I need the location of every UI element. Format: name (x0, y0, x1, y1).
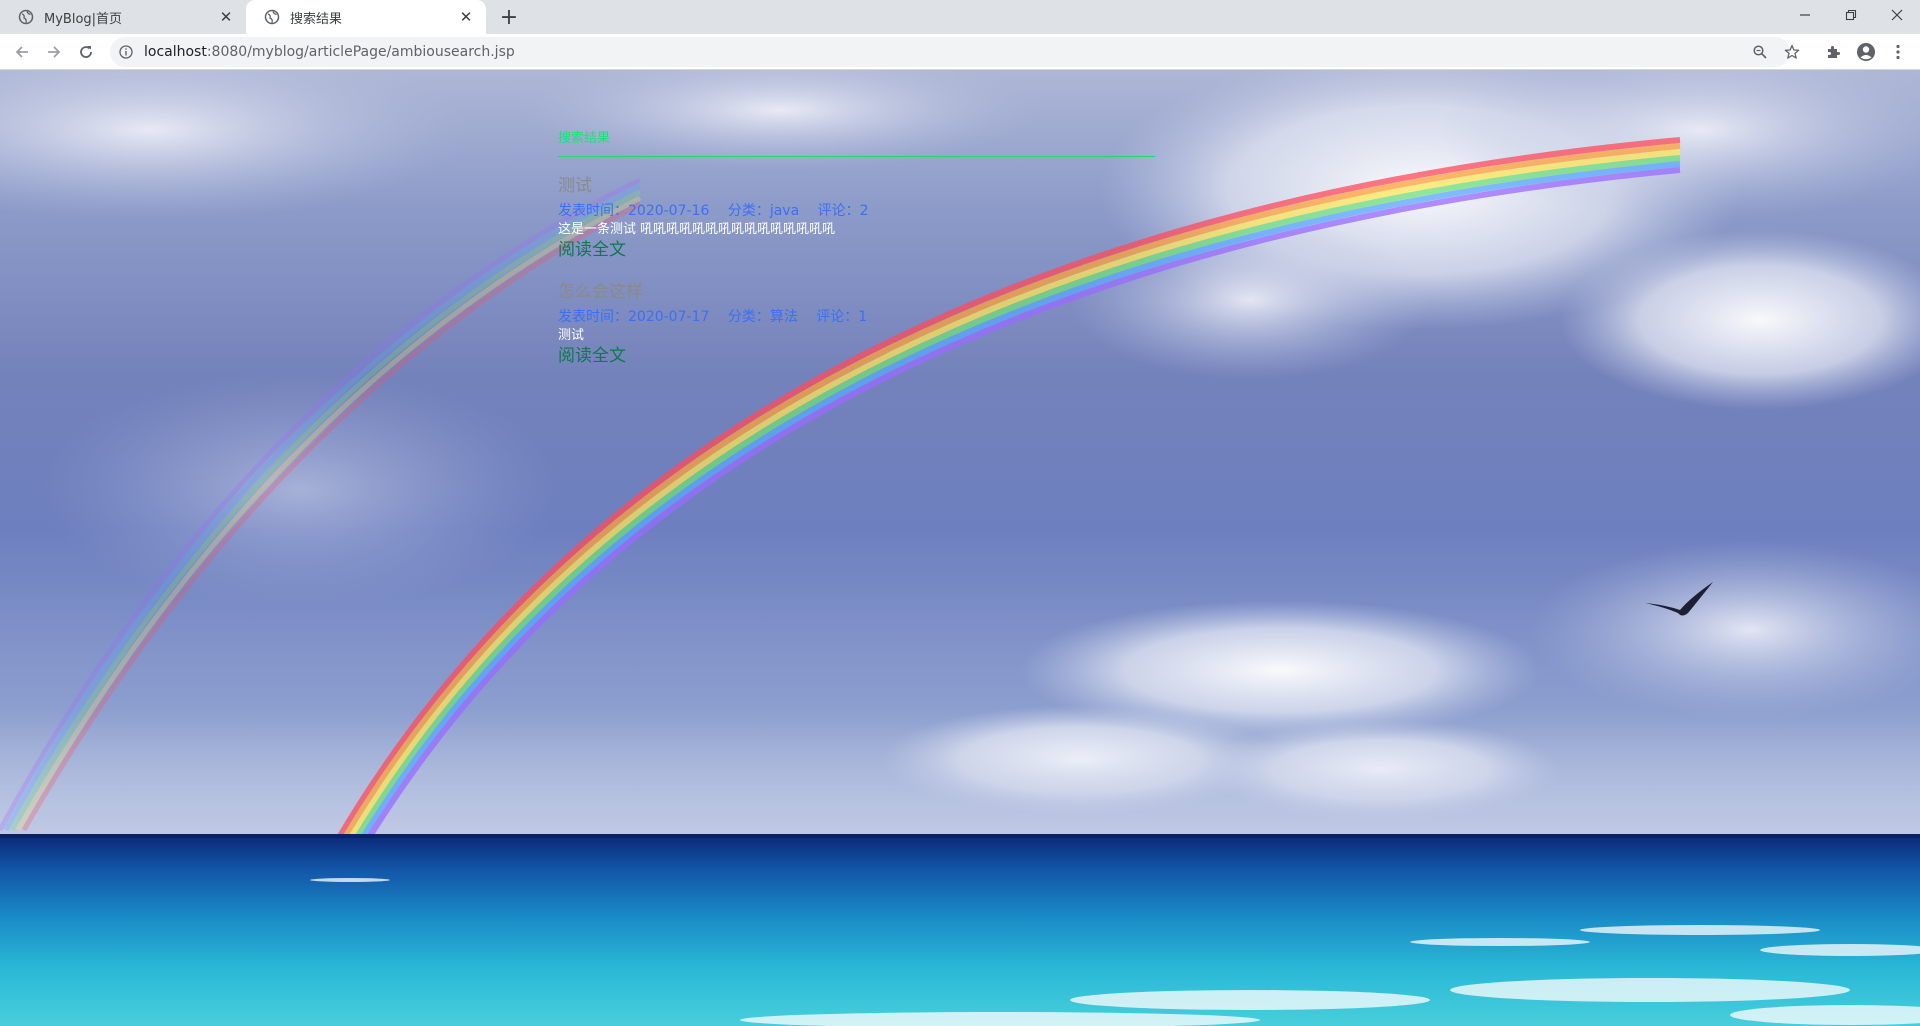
globe-icon (18, 9, 34, 25)
close-window-button[interactable] (1874, 0, 1920, 30)
article-summary: 这是一条测试 吼吼吼吼吼吼吼吼吼吼吼吼吼吼吼 (558, 222, 836, 237)
browser-toolbar: localhost:8080/myblog/articlePage/ambiou… (0, 34, 1920, 70)
article-meta: 发表时间：2020-07-17 分类：算法 评论：1 (558, 307, 1155, 327)
section-title: 搜索结果 (558, 130, 1155, 157)
close-icon (1891, 9, 1903, 21)
tab-title: MyBlog|首页 (44, 11, 123, 27)
puzzle-icon[interactable] (1823, 42, 1843, 62)
article-item: 测试 发表时间：2020-07-16 分类：java 评论：2 这是一条测试 吼… (558, 175, 1155, 261)
article-category: 分类：java (727, 203, 800, 219)
page-viewport: 搜索结果 测试 发表时间：2020-07-16 分类：java 评论：2 这是一… (0, 70, 1920, 1026)
article-item: 怎么会这样 发表时间：2020-07-17 分类：算法 评论：1 测试 阅读全文 (558, 281, 1155, 367)
url-path: :8080/myblog/articlePage/ambiousearch.js… (206, 44, 515, 60)
article-date: 发表时间：2020-07-17 (558, 309, 710, 325)
globe-icon (264, 9, 280, 25)
url-text: localhost:8080/myblog/articlePage/ambiou… (144, 44, 515, 60)
url-host: localhost (144, 44, 207, 60)
article-summary: 测试 (558, 328, 585, 343)
tab-strip: MyBlog|首页 ✕ 搜索结果 ✕ + (0, 0, 1920, 34)
article-meta: 发表时间：2020-07-16 分类：java 评论：2 (558, 201, 1155, 221)
account-icon[interactable] (1856, 42, 1876, 62)
address-bar[interactable]: localhost:8080/myblog/articlePage/ambiou… (110, 37, 1800, 67)
article-date: 发表时间：2020-07-16 (558, 203, 710, 219)
tab-search-results[interactable]: 搜索结果 ✕ (246, 0, 486, 34)
minimize-icon (1800, 14, 1810, 16)
search-results-panel: 搜索结果 测试 发表时间：2020-07-16 分类：java 评论：2 这是一… (558, 130, 1155, 367)
info-icon[interactable] (118, 44, 134, 60)
article-comments: 评论：1 (816, 309, 868, 325)
read-more-link[interactable]: 阅读全文 (558, 345, 626, 367)
arrow-right-icon (48, 46, 61, 58)
article-title[interactable]: 怎么会这样 (558, 281, 1155, 303)
reload-icon (80, 46, 92, 58)
close-tab-icon[interactable]: ✕ (218, 8, 234, 26)
reload-button[interactable] (72, 38, 100, 66)
arrow-left-icon (15, 46, 28, 58)
kebab-menu-icon[interactable] (1888, 42, 1908, 62)
close-tab-icon[interactable]: ✕ (458, 8, 474, 26)
new-tab-button[interactable]: + (497, 6, 521, 30)
tab-myblog-home[interactable]: MyBlog|首页 ✕ (0, 0, 246, 34)
forward-button[interactable] (40, 38, 68, 66)
restore-button[interactable] (1828, 0, 1874, 30)
article-category: 分类：算法 (727, 309, 798, 325)
article-comments: 评论：2 (817, 203, 869, 219)
minimize-button[interactable] (1782, 0, 1828, 30)
read-more-link[interactable]: 阅读全文 (558, 239, 626, 261)
star-icon[interactable] (1784, 44, 1800, 60)
article-title[interactable]: 测试 (558, 175, 1155, 197)
zoom-icon[interactable] (1752, 44, 1768, 60)
restore-icon (1845, 9, 1857, 21)
back-button[interactable] (8, 38, 36, 66)
tab-title: 搜索结果 (290, 11, 343, 27)
